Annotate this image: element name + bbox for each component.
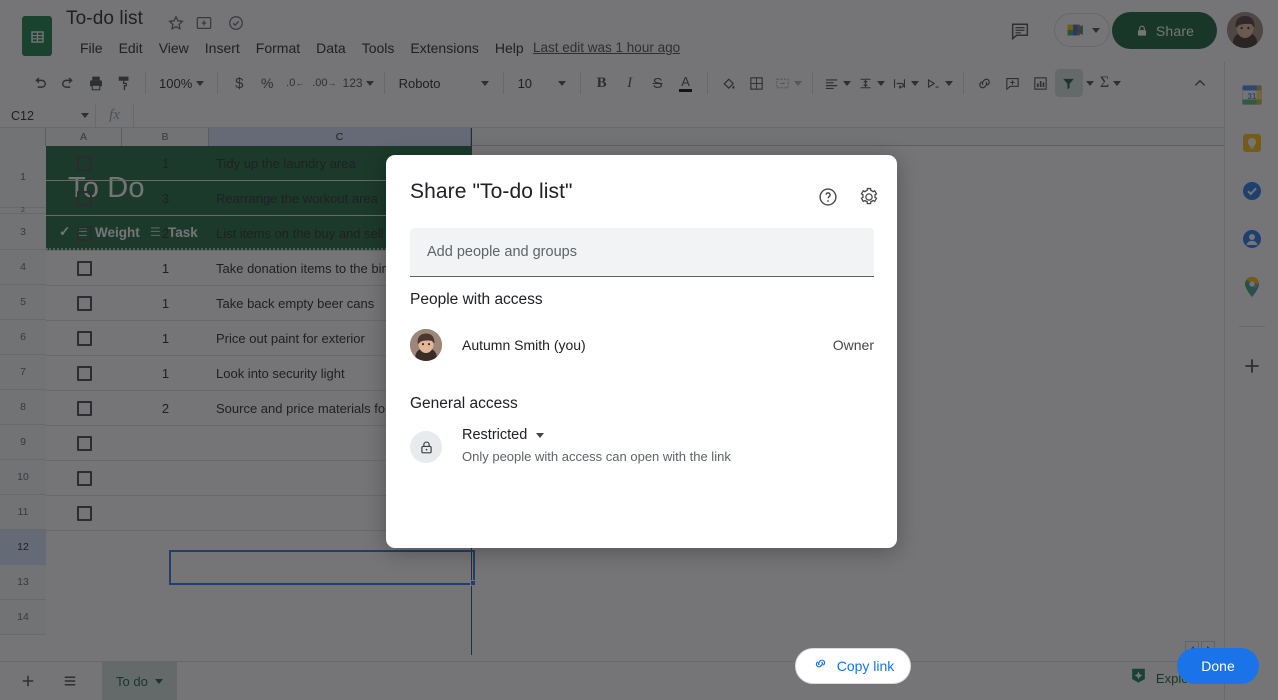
person-role: Owner [832, 337, 874, 353]
people-with-access-title: People with access [410, 291, 543, 308]
gear-icon[interactable] [854, 182, 884, 212]
share-dialog-title: Share "To-do list" [410, 180, 573, 203]
done-button[interactable]: Done [1177, 648, 1259, 684]
help-icon[interactable] [813, 182, 843, 212]
general-access-title: General access [410, 395, 518, 412]
person-row[interactable]: Autumn Smith (you) Owner [410, 323, 874, 367]
link-icon [812, 655, 829, 677]
chevron-down-icon [536, 432, 545, 438]
copy-link-label: Copy link [836, 658, 895, 674]
avatar [410, 329, 442, 361]
person-name: Autumn Smith (you) [462, 337, 586, 353]
general-access-text: Restricted Only people with access can o… [462, 427, 731, 464]
general-access-row: Restricted Only people with access can o… [410, 427, 874, 464]
done-button-label: Done [1201, 658, 1235, 674]
access-mode-label: Restricted [462, 427, 528, 443]
add-people-field[interactable] [410, 228, 874, 277]
share-dialog: Share "To-do list" People with access [386, 155, 1259, 684]
google-sheets-window: To-do list File Edit View Insert Format … [0, 0, 1278, 700]
add-people-input[interactable] [427, 244, 874, 260]
access-mode-selector[interactable]: Restricted [462, 427, 731, 443]
copy-link-button[interactable]: Copy link [795, 648, 911, 684]
lock-icon [410, 431, 442, 463]
access-description: Only people with access can open with th… [462, 449, 731, 464]
